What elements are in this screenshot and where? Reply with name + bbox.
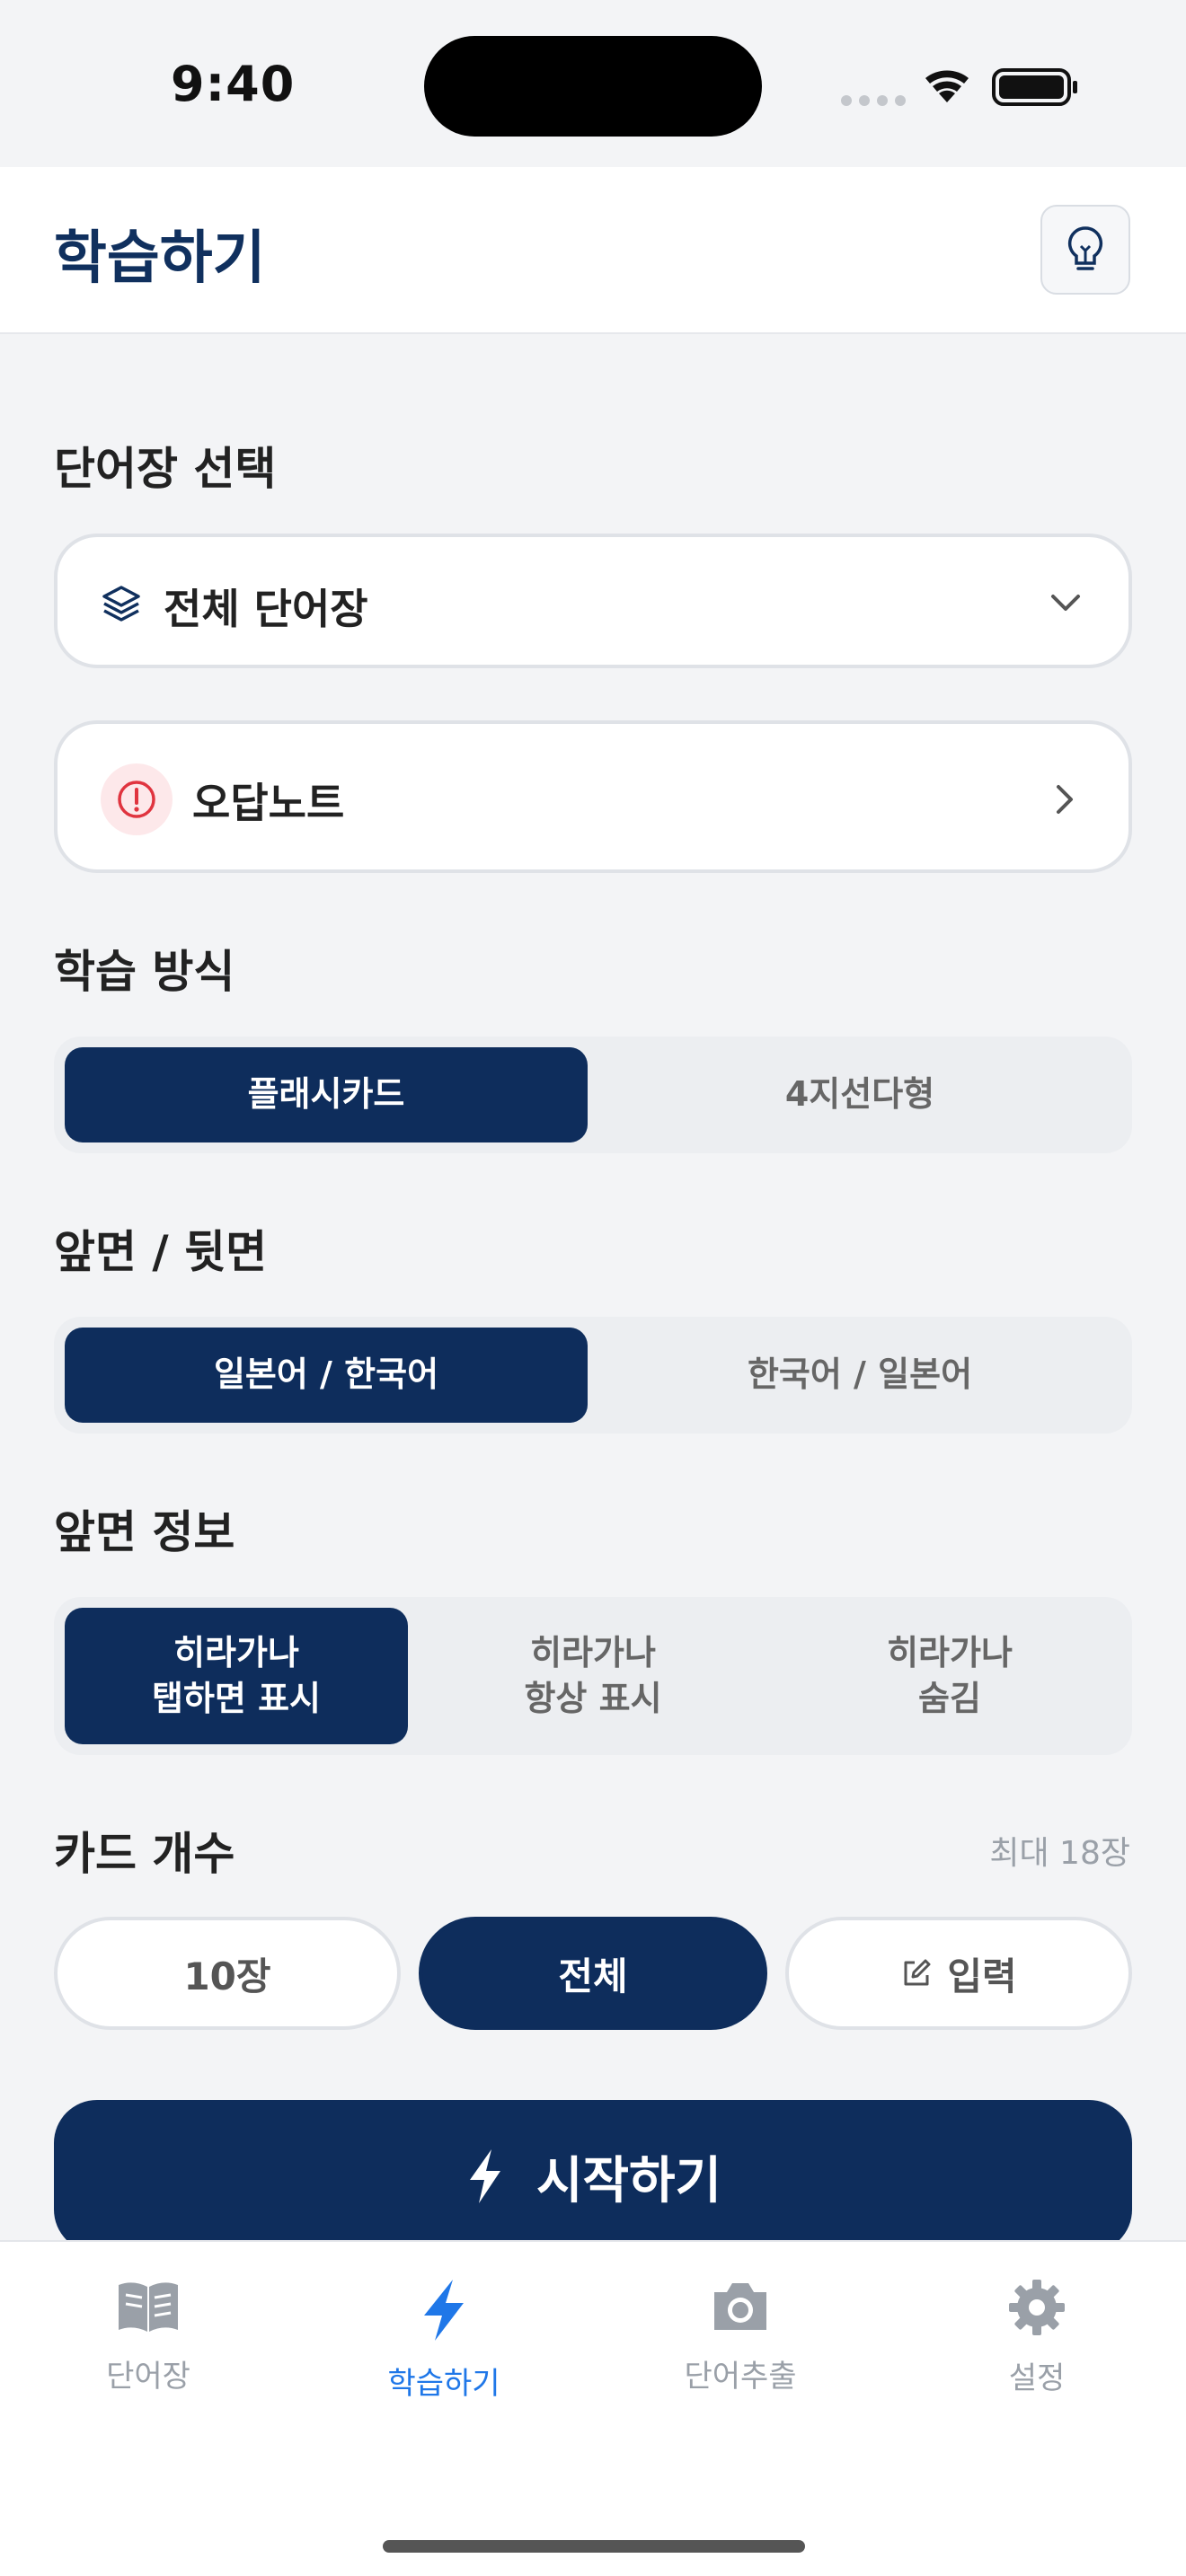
status-icons (841, 68, 1077, 106)
start-button-label: 시작하기 (535, 2151, 722, 2210)
tab-extract-label: 단어추출 (684, 2359, 797, 2395)
front-info-option-tap-show[interactable]: 히라가나 탭하면 표시 (65, 1608, 408, 1744)
option-line2: 항상 표시 (524, 1679, 662, 1718)
deck-selected-label: 전체 단어장 (164, 585, 368, 633)
card-count-section-label: 카드 개수 (54, 1828, 235, 1880)
lightbulb-icon (1067, 226, 1103, 270)
status-bar: 9:40 (0, 0, 1186, 167)
tab-study-label: 학습하기 (387, 2366, 500, 2402)
hint-button[interactable] (1040, 205, 1130, 295)
mode-option-flashcard[interactable]: 플래시카드 (65, 1047, 588, 1142)
mode-segmented-control: 플래시카드 4지선다형 (54, 1037, 1132, 1153)
chevron-down-icon (1051, 595, 1080, 611)
mode-option-multiple-choice[interactable]: 4지선다형 (598, 1047, 1121, 1142)
face-option-kr-jp[interactable]: 한국어 / 일본어 (598, 1328, 1121, 1423)
front-info-segmented-control: 히라가나 탭하면 표시 히라가나 항상 표시 히라가나 숨김 (54, 1597, 1132, 1755)
tab-bar: 단어장 학습하기 단어추출 설정 (0, 2240, 1186, 2576)
option-line1: 히라가나 (887, 1632, 1013, 1672)
alert-circle-icon (118, 781, 155, 818)
option-line1: 히라가나 (530, 1632, 656, 1672)
front-info-option-always-show[interactable]: 히라가나 항상 표시 (420, 1608, 766, 1744)
card-count-all-button[interactable]: 전체 (419, 1917, 767, 2030)
tab-study[interactable]: 학습하기 (354, 2278, 534, 2413)
face-section-label: 앞면 / 뒷면 (54, 1226, 268, 1278)
front-info-option-hide[interactable]: 히라가나 숨김 (778, 1608, 1121, 1744)
card-count-max: 최대 18장 (989, 1835, 1130, 1872)
wrong-note-label: 오답노트 (192, 779, 345, 827)
tab-extract[interactable]: 단어추출 (651, 2278, 830, 2413)
card-count-10-button[interactable]: 10장 (54, 1917, 401, 2030)
header: 학습하기 (0, 167, 1186, 334)
bolt-icon (469, 2149, 500, 2203)
option-line2: 숨김 (918, 1679, 981, 1718)
page-title: 학습하기 (54, 225, 266, 292)
wrong-note-button[interactable]: 오답노트 (54, 720, 1132, 873)
deck-section-label: 단어장 선택 (54, 443, 277, 495)
option-line1: 히라가나 (173, 1632, 299, 1672)
face-segmented-control: 일본어 / 한국어 한국어 / 일본어 (54, 1317, 1132, 1434)
front-info-section-label: 앞면 정보 (54, 1506, 235, 1558)
status-time: 9:40 (171, 56, 296, 112)
cellular-icon (841, 95, 906, 106)
tab-vocab-label: 단어장 (106, 2359, 190, 2395)
tab-settings-label: 설정 (1008, 2360, 1066, 2396)
tab-settings[interactable]: 설정 (947, 2278, 1127, 2413)
option-line2: 탭하면 표시 (151, 1679, 322, 1718)
deck-select-dropdown[interactable]: 전체 단어장 (54, 534, 1132, 668)
tab-vocab[interactable]: 단어장 (58, 2278, 238, 2413)
gear-icon (1009, 2280, 1065, 2335)
card-count-input-label: 입력 (947, 1954, 1017, 1998)
start-button[interactable]: 시작하기 (54, 2100, 1132, 2253)
camera-icon (714, 2283, 766, 2330)
wifi-icon (925, 70, 969, 102)
book-icon (119, 2282, 178, 2332)
home-indicator (383, 2540, 805, 2553)
bolt-icon (424, 2280, 464, 2341)
wrong-note-icon-badge (101, 763, 173, 835)
mode-section-label: 학습 방식 (54, 946, 235, 998)
battery-icon (992, 68, 1077, 106)
face-option-jp-kr[interactable]: 일본어 / 한국어 (65, 1328, 588, 1423)
edit-icon (904, 1959, 931, 1986)
layers-icon (102, 586, 140, 622)
dynamic-island (424, 36, 762, 137)
chevron-right-icon (1057, 785, 1073, 814)
card-count-input-button[interactable]: 입력 (785, 1917, 1132, 2030)
